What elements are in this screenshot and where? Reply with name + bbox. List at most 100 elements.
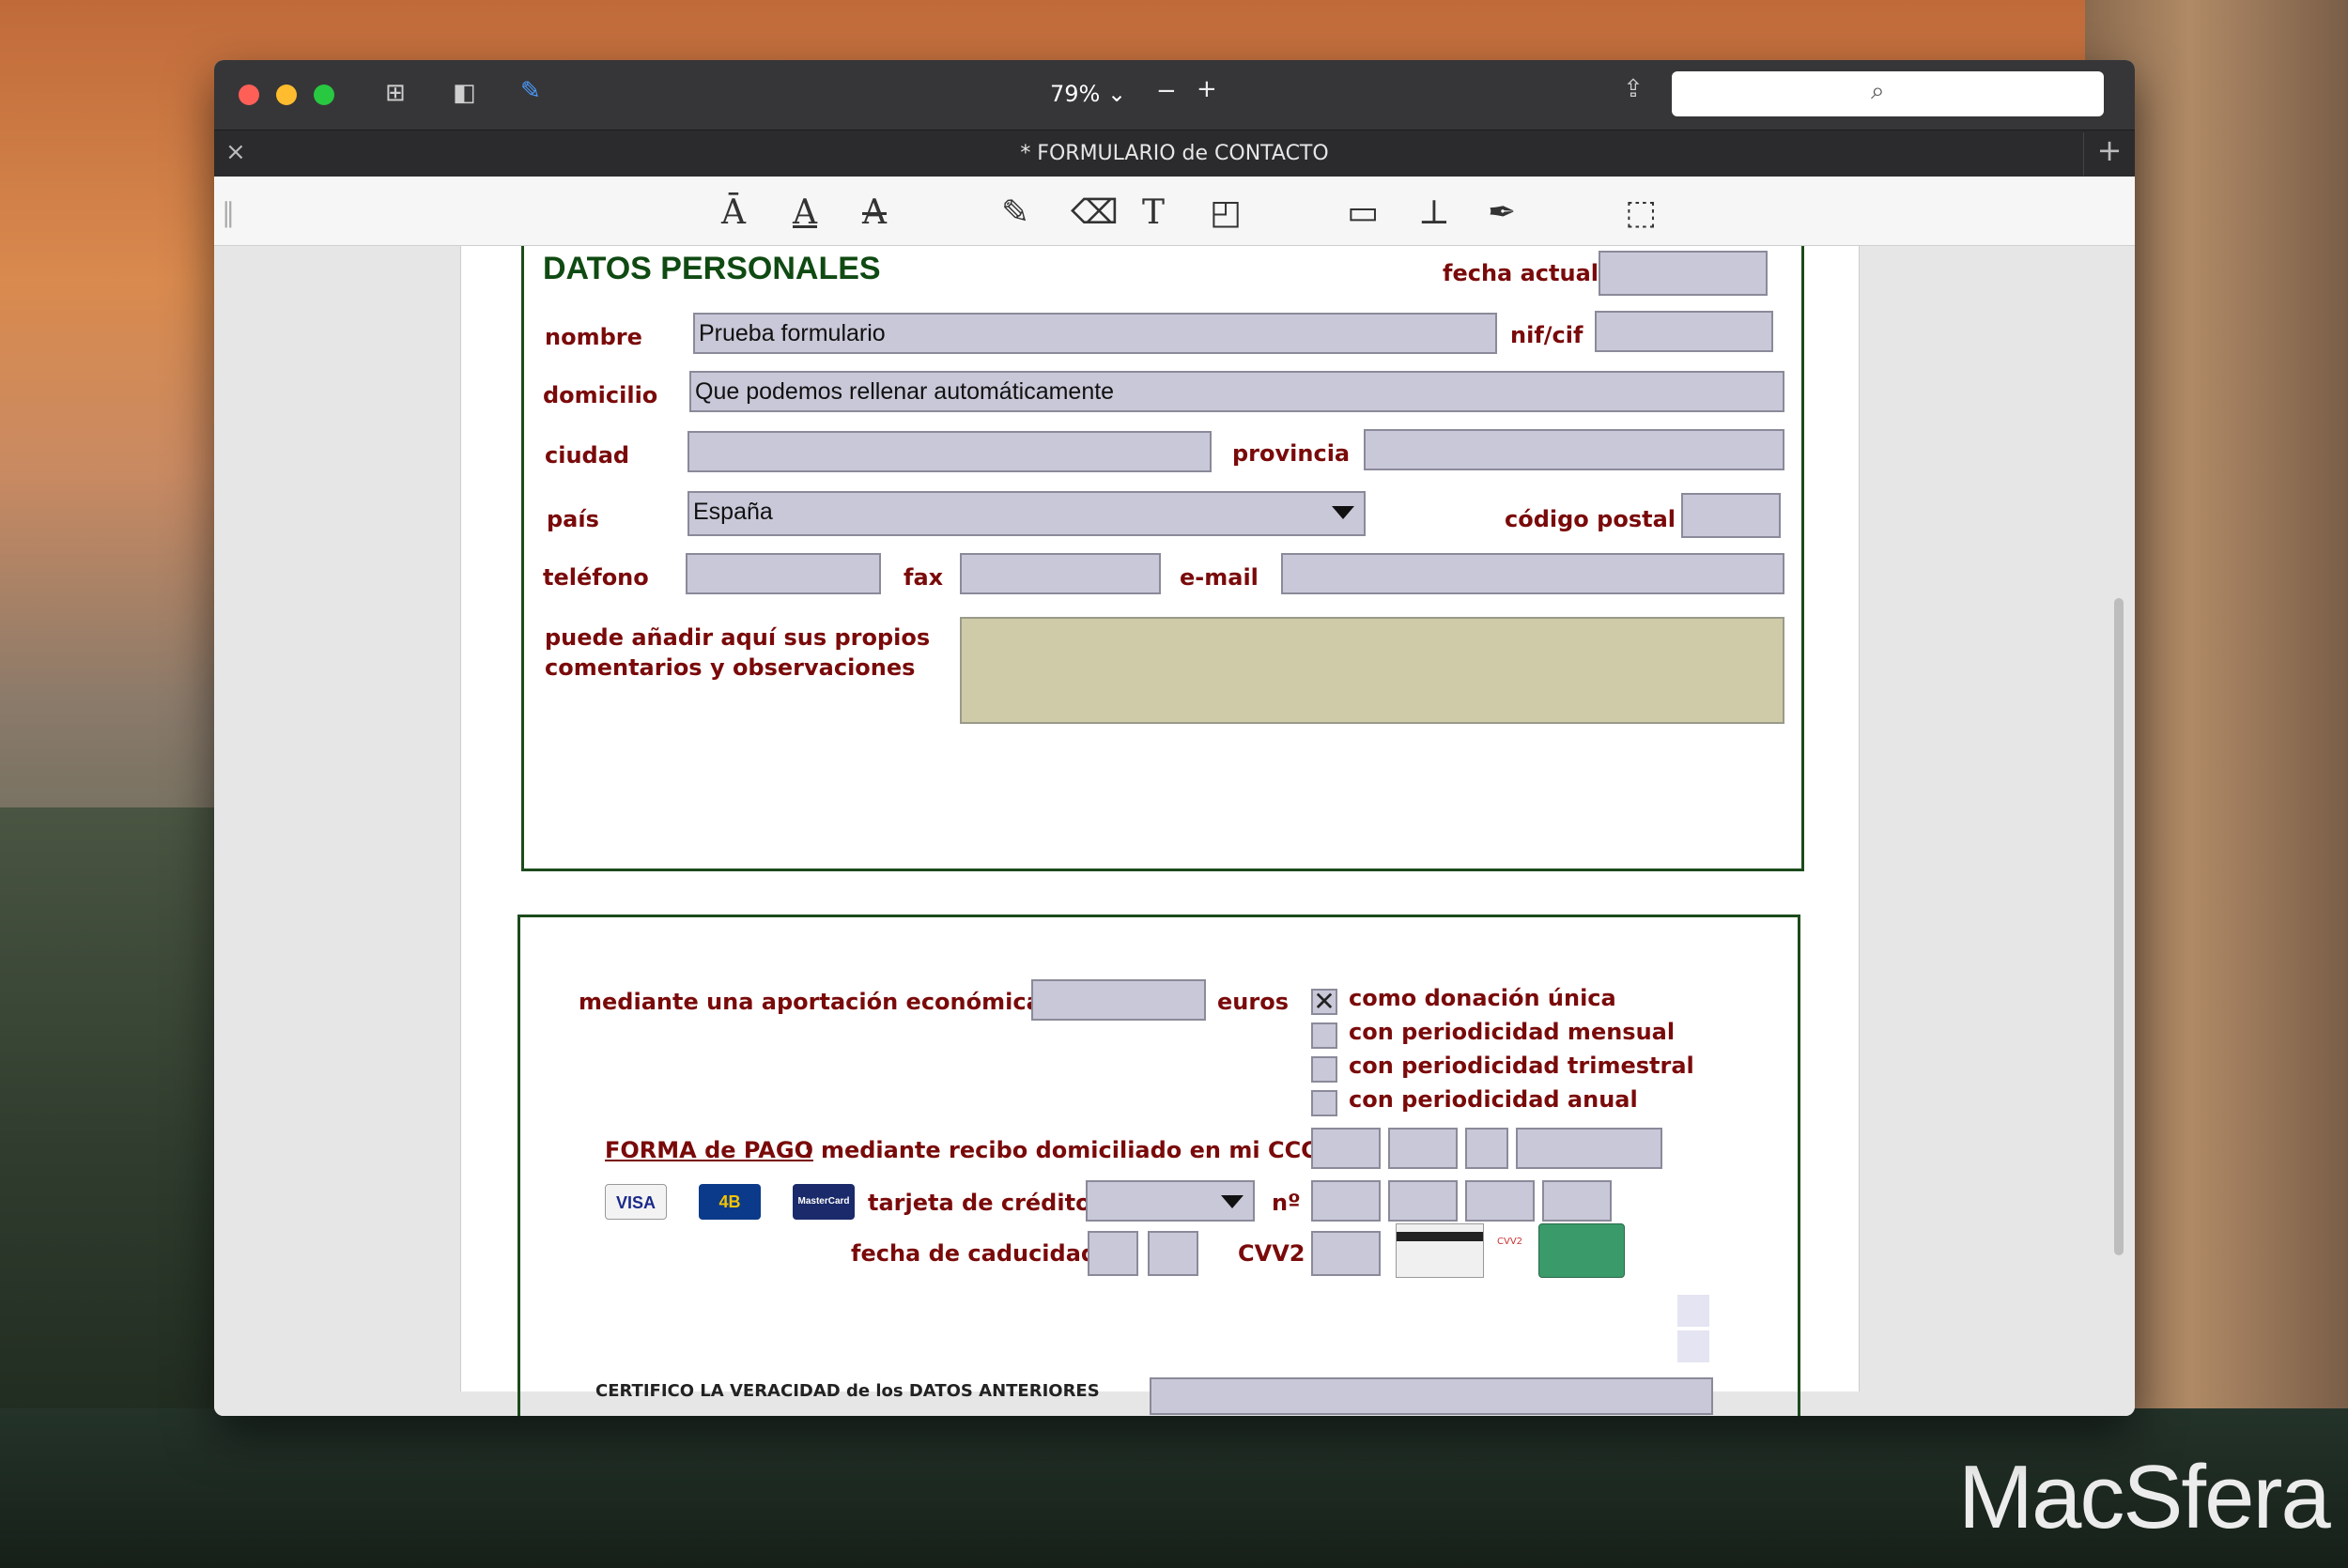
selection-icon[interactable]: ⬚ bbox=[1625, 193, 1657, 232]
nif-cif-label: nif/cif bbox=[1510, 322, 1583, 348]
shapes-icon[interactable]: ◰ bbox=[1210, 193, 1242, 232]
toolbar-grip-icon: ‖ bbox=[222, 197, 235, 228]
codigo-postal-field[interactable] bbox=[1681, 493, 1781, 538]
titlebar: ⊞ ◧ ✎ 79% ⌄ − + ⇪ ⌕ bbox=[214, 60, 2135, 130]
comentarios-label-line2: comentarios y observaciones bbox=[545, 654, 916, 681]
provincia-field[interactable] bbox=[1364, 429, 1784, 470]
signature-pen-icon[interactable]: ✒ bbox=[1488, 193, 1516, 232]
checkbox-anual[interactable] bbox=[1311, 1090, 1337, 1116]
ccc-entidad-field[interactable] bbox=[1311, 1128, 1381, 1169]
hidden-field-1[interactable] bbox=[1677, 1295, 1709, 1327]
datos-personales-section: DATOS PERSONALES fecha actual nombre Pru… bbox=[521, 246, 1804, 871]
section-heading: DATOS PERSONALES bbox=[543, 251, 881, 286]
visa-logo: VISA bbox=[605, 1184, 667, 1220]
email-field[interactable] bbox=[1281, 553, 1784, 594]
comentarios-label-line1: puede añadir aquí sus propios bbox=[545, 624, 931, 651]
telefono-field[interactable] bbox=[686, 553, 881, 594]
option-label: con periodicidad anual bbox=[1349, 1086, 1638, 1113]
share-icon[interactable]: ⇪ bbox=[1623, 75, 1644, 103]
fecha-caducidad-label: fecha de caducidad bbox=[851, 1240, 1098, 1267]
zoom-out-button[interactable]: − bbox=[1156, 77, 1177, 105]
strikethrough-text-icon[interactable]: A bbox=[862, 193, 887, 232]
checkbox-trimestral[interactable] bbox=[1311, 1056, 1337, 1083]
tarjeta-type-select[interactable] bbox=[1086, 1180, 1255, 1222]
ciudad-label: ciudad bbox=[545, 442, 630, 469]
option-label: como donación única bbox=[1349, 985, 1616, 1011]
annotate-pen-icon[interactable]: ✎ bbox=[520, 77, 541, 105]
mastercard-logo: MasterCard bbox=[793, 1184, 855, 1220]
4b-logo: 4B bbox=[699, 1184, 761, 1220]
domicilio-label: domicilio bbox=[543, 382, 658, 408]
eraser-icon[interactable]: ⌫ bbox=[1071, 193, 1119, 232]
chevron-down-icon bbox=[1221, 1195, 1244, 1208]
cvv2-field[interactable] bbox=[1311, 1231, 1381, 1276]
recibo-domiciliado-label: : mediante recibo domiciliado en mi CCC … bbox=[804, 1137, 1354, 1163]
pais-select[interactable]: España bbox=[687, 491, 1366, 536]
tarjeta-numero-2-field[interactable] bbox=[1388, 1180, 1458, 1222]
nif-cif-field[interactable] bbox=[1595, 311, 1773, 352]
forma-pago-label: FORMA de PAGO bbox=[605, 1137, 813, 1163]
numero-tarjeta-label: nº bbox=[1272, 1190, 1301, 1216]
aportacion-section: mediante una aportación económica de eur… bbox=[517, 915, 1800, 1416]
fax-label: fax bbox=[904, 564, 944, 591]
certifico-label: CERTIFICO LA VERACIDAD de los DATOS ANTE… bbox=[595, 1381, 1100, 1401]
domicilio-field[interactable]: Que podemos rellenar automáticamente bbox=[689, 371, 1784, 412]
search-icon: ⌕ bbox=[1871, 77, 1885, 105]
tarjeta-numero-4-field[interactable] bbox=[1542, 1180, 1612, 1222]
document-canvas: DATOS PERSONALES fecha actual nombre Pru… bbox=[214, 246, 2135, 1416]
tarjeta-numero-3-field[interactable] bbox=[1465, 1180, 1535, 1222]
tarjeta-numero-1-field[interactable] bbox=[1311, 1180, 1381, 1222]
macsfera-watermark: MacSfera bbox=[1958, 1447, 2331, 1547]
note-icon[interactable]: ▭ bbox=[1347, 193, 1379, 232]
checkbox-mensual[interactable] bbox=[1311, 1022, 1337, 1049]
pdf-page: DATOS PERSONALES fecha actual nombre Pru… bbox=[460, 246, 1860, 1416]
fecha-actual-label: fecha actual bbox=[1443, 260, 1599, 286]
close-window-button[interactable] bbox=[239, 85, 259, 105]
annotation-toolbar: ‖ Ā A A ✎ ⌫ T ◰ ▭ ⊥ ✒ ⬚ bbox=[214, 177, 2135, 246]
zoom-in-button[interactable]: + bbox=[1197, 75, 1217, 103]
underline-text-icon[interactable]: A bbox=[793, 193, 817, 232]
zoom-level-dropdown[interactable]: 79% ⌄ bbox=[1050, 81, 1126, 107]
pencil-icon[interactable]: ✎ bbox=[1001, 193, 1029, 232]
email-label: e-mail bbox=[1180, 564, 1259, 591]
ccc-cuenta-field[interactable] bbox=[1516, 1128, 1662, 1169]
checkbox-donacion-unica[interactable]: ✕ bbox=[1311, 989, 1337, 1015]
option-label: con periodicidad mensual bbox=[1349, 1019, 1676, 1045]
fax-field[interactable] bbox=[960, 553, 1161, 594]
new-tab-button[interactable]: + bbox=[2083, 132, 2135, 176]
fecha-actual-field[interactable] bbox=[1599, 251, 1768, 296]
tarjeta-credito-label: tarjeta de crédito bbox=[868, 1190, 1091, 1216]
vertical-scrollbar[interactable] bbox=[2114, 598, 2124, 1255]
thumbnails-grid-icon[interactable]: ⊞ bbox=[385, 79, 406, 107]
text-box-icon[interactable]: Ā bbox=[721, 193, 746, 232]
document-title: * FORMULARIO de CONTACTO bbox=[1020, 142, 1329, 165]
comentarios-textarea[interactable] bbox=[960, 617, 1784, 724]
chevron-down-icon bbox=[1332, 506, 1354, 519]
zoom-level: 79% bbox=[1050, 81, 1101, 107]
text-tool-icon[interactable]: T bbox=[1142, 193, 1165, 232]
nombre-field[interactable]: Prueba formulario bbox=[693, 313, 1497, 354]
ccc-dc-field[interactable] bbox=[1465, 1128, 1508, 1169]
caducidad-mes-field[interactable] bbox=[1088, 1231, 1138, 1276]
minimize-window-button[interactable] bbox=[276, 85, 297, 105]
aportacion-amount-field[interactable] bbox=[1031, 979, 1206, 1021]
search-input[interactable] bbox=[1672, 71, 2104, 116]
certifico-field[interactable] bbox=[1150, 1377, 1713, 1415]
aportacion-label: mediante una aportación económica de bbox=[579, 989, 1081, 1015]
nombre-label: nombre bbox=[545, 324, 642, 350]
provincia-label: provincia bbox=[1232, 440, 1351, 467]
option-label: con periodicidad trimestral bbox=[1349, 1053, 1694, 1079]
caducidad-anio-field[interactable] bbox=[1148, 1231, 1198, 1276]
euros-label: euros bbox=[1217, 989, 1289, 1015]
card-back-image bbox=[1396, 1223, 1484, 1278]
ccc-oficina-field[interactable] bbox=[1388, 1128, 1458, 1169]
stamp-icon[interactable]: ⊥ bbox=[1418, 193, 1450, 232]
pdf-viewer-window: ⊞ ◧ ✎ 79% ⌄ − + ⇪ ⌕ × * FORMULARIO de CO… bbox=[214, 60, 2135, 1416]
hidden-field-2[interactable] bbox=[1677, 1330, 1709, 1362]
ciudad-field[interactable] bbox=[687, 431, 1212, 472]
sidebar-icon[interactable]: ◧ bbox=[453, 79, 476, 107]
pais-label: país bbox=[547, 506, 599, 532]
codigo-postal-label: código postal bbox=[1505, 506, 1676, 532]
zoom-window-button[interactable] bbox=[314, 85, 334, 105]
amex-card-image bbox=[1538, 1223, 1625, 1278]
